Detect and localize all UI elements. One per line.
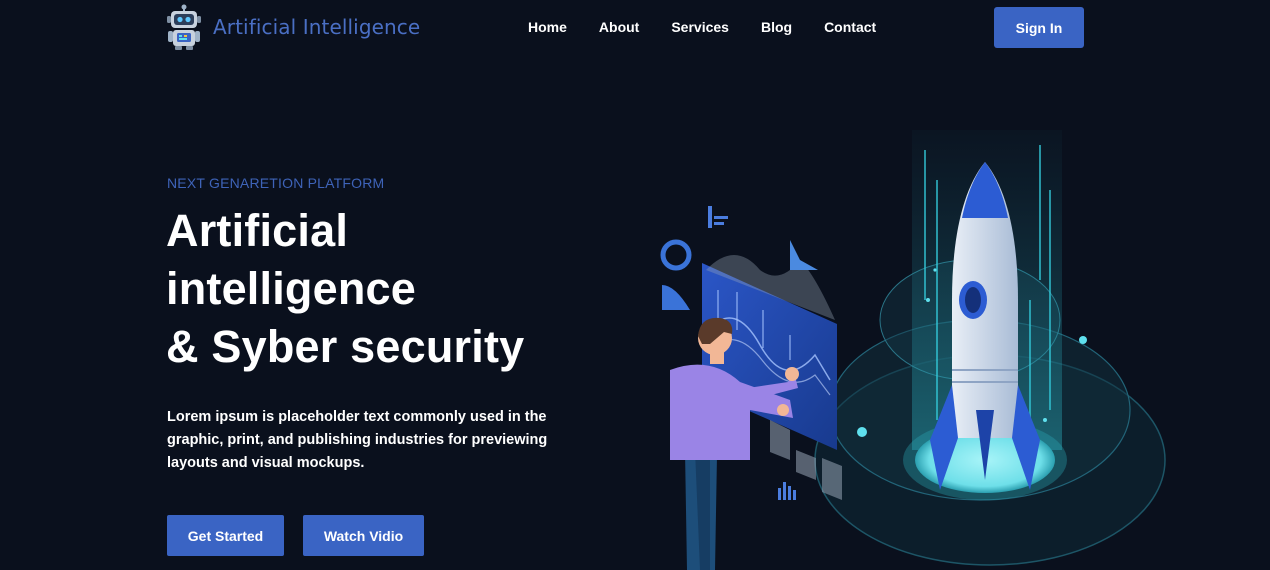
nav-about[interactable]: About [583,16,655,40]
logo-text: Artificial Intelligence [213,15,421,39]
headline-line-3: & Syber security [166,321,525,372]
nav-home[interactable]: Home [512,16,583,40]
headline-line-1: Artificial [166,205,349,256]
nav-blog[interactable]: Blog [745,16,808,40]
watch-video-button[interactable]: Watch Vidio [303,515,424,556]
robot-icon [165,4,203,50]
hero-description: Lorem ipsum is placeholder text commonly… [167,409,548,471]
hero-headline: Artificial intelligence & Syber security [166,202,606,376]
main-nav: Home About Services Blog Contact [512,16,892,40]
rocket-analytics-illustration [640,120,1180,570]
nav-contact[interactable]: Contact [808,16,892,40]
site-header: Artificial Intelligence Home About Servi… [0,0,1270,56]
sign-in-button[interactable]: Sign In [994,7,1084,48]
get-started-button[interactable]: Get Started [167,515,284,556]
logo-link[interactable]: Artificial Intelligence [165,4,420,50]
nav-services[interactable]: Services [655,16,745,40]
headline-line-2: intelligence [166,263,416,314]
hero-eyebrow: NEXT GENARETION PLATFORM [167,175,385,191]
